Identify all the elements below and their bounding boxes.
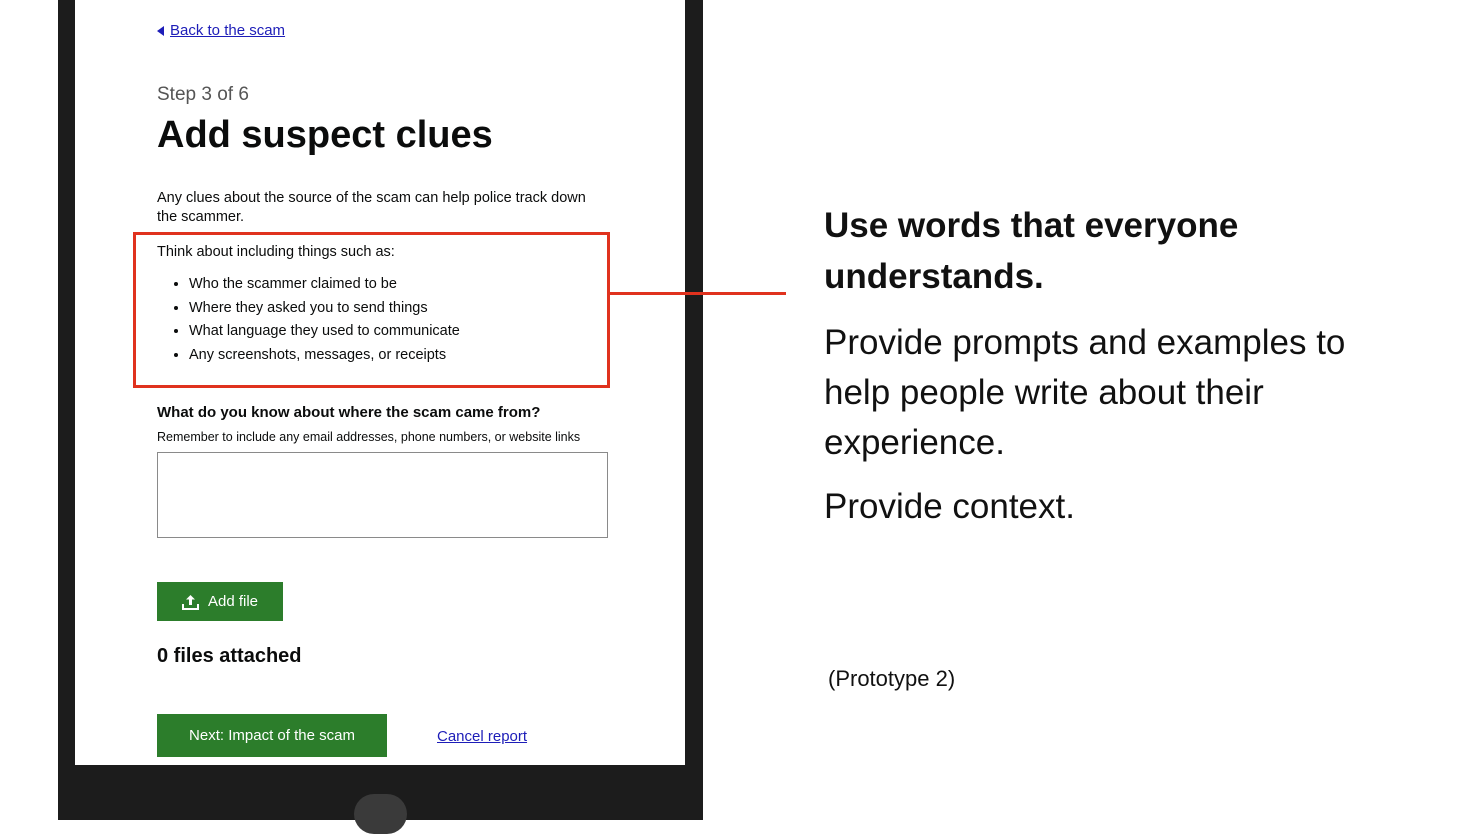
- triangle-left-icon: [157, 25, 164, 36]
- question-hint: Remember to include any email addresses,…: [157, 430, 581, 444]
- files-attached-count: 0 files attached: [157, 645, 302, 667]
- step-indicator: Step 3 of 6: [157, 84, 249, 105]
- annotation-notes: Use words that everyone understands. Pro…: [824, 200, 1384, 546]
- add-file-label: Add file: [207, 593, 259, 610]
- tablet-device: Back to the scam Step 3 of 6 Add suspect…: [58, 0, 703, 834]
- back-link-label: Back to the scam: [170, 22, 286, 39]
- notes-paragraph: Provide context.: [824, 487, 1075, 526]
- notes-heading: Use words that everyone understands.: [824, 206, 1239, 296]
- cancel-report-link[interactable]: Cancel report: [437, 728, 527, 745]
- highlight-box: [133, 232, 610, 388]
- add-file-button[interactable]: Add file: [157, 582, 283, 621]
- prototype-caption: (Prototype 2): [828, 666, 956, 691]
- home-button: [354, 794, 407, 834]
- question-label: What do you know about where the scam ca…: [157, 404, 541, 421]
- scam-source-textarea[interactable]: [157, 452, 608, 538]
- intro-text: Any clues about the source of the scam c…: [157, 190, 586, 225]
- upload-icon: [181, 594, 199, 610]
- callout-connector-line: [607, 292, 786, 295]
- next-button[interactable]: Next: Impact of the scam: [157, 714, 387, 757]
- notes-paragraph: Provide prompts and examples to help peo…: [824, 323, 1346, 462]
- page-title: Add suspect clues: [157, 114, 493, 156]
- back-link[interactable]: Back to the scam: [157, 22, 285, 39]
